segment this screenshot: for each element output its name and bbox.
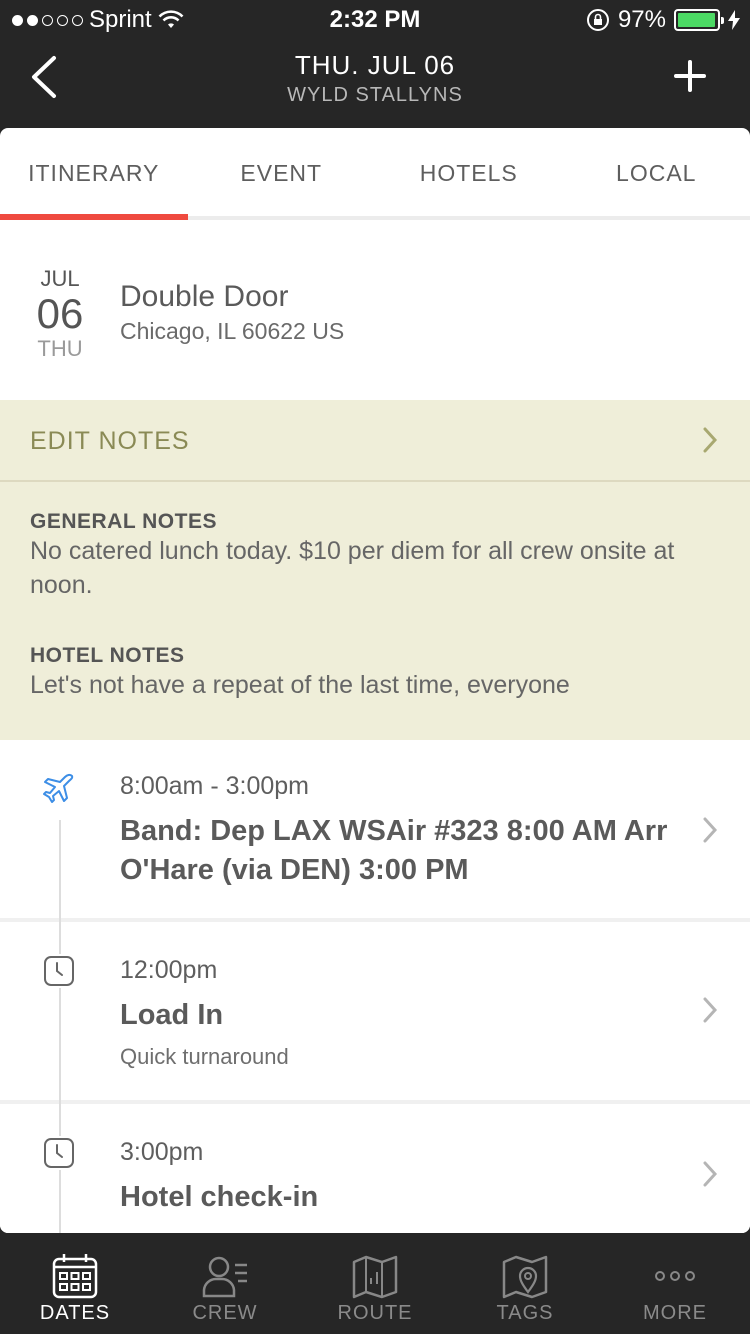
calendar-icon — [52, 1254, 98, 1299]
notes-panel: EDIT NOTES GENERAL NOTES No catered lunc… — [0, 400, 750, 740]
content-card: ITINERARY EVENT HOTELS LOCAL JUL 06 THU … — [0, 128, 750, 1233]
general-notes-text: No catered lunch today. $10 per diem for… — [30, 537, 675, 599]
map-icon — [352, 1255, 398, 1299]
tab-tags-label: TAGS — [496, 1302, 554, 1324]
tab-route[interactable]: ROUTE — [300, 1234, 450, 1334]
venue-address: Chicago, IL 60622 US — [120, 318, 345, 344]
item-time: 12:00pm — [120, 956, 218, 984]
tab-route-label: ROUTE — [337, 1302, 413, 1324]
tab-more[interactable]: MORE — [600, 1234, 750, 1334]
date-weekday: THU — [37, 336, 83, 361]
charging-bolt-icon — [728, 10, 740, 30]
hotel-notes-heading: HOTEL NOTES — [30, 644, 185, 667]
item-title: Hotel check-in — [120, 1181, 319, 1213]
tab-dates[interactable]: DATES — [0, 1234, 150, 1334]
more-icon — [655, 1271, 695, 1281]
nav-header: THU. JUL 06 WYLD STALLYNS — [0, 40, 750, 128]
general-notes-heading: GENERAL NOTES — [30, 510, 217, 533]
map-pin-icon — [502, 1255, 548, 1299]
add-button[interactable] — [672, 58, 708, 94]
airplane-icon — [42, 772, 76, 806]
chevron-right-icon — [703, 1161, 718, 1187]
clock-icon — [42, 1136, 76, 1170]
date-badge: JUL 06 THU — [30, 266, 90, 362]
edit-notes-label: EDIT NOTES — [30, 427, 190, 455]
crew-icon — [202, 1256, 247, 1298]
venue-header: JUL 06 THU Double Door Chicago, IL 60622… — [0, 220, 750, 400]
item-time: 3:00pm — [120, 1138, 204, 1166]
item-time: 8:00am - 3:00pm — [120, 772, 309, 800]
date-month: JUL — [40, 266, 80, 291]
bottom-tab-bar: DATES CREW ROUTE TAGS MORE — [0, 1234, 750, 1334]
page-subtitle: WYLD STALLYNS — [287, 84, 463, 106]
tab-local[interactable]: LOCAL — [563, 128, 750, 216]
tab-tags[interactable]: TAGS — [450, 1234, 600, 1334]
itinerary-item[interactable]: 8:00am - 3:00pm Band: Dep LAX WSAir #323… — [0, 740, 750, 922]
tab-event[interactable]: EVENT — [188, 128, 376, 216]
item-title: Band: Dep LAX WSAir #323 8:00 AM Arr O'H… — [120, 815, 668, 886]
hotel-notes: HOTEL NOTES Let's not have a repeat of t… — [0, 602, 750, 702]
chevron-right-icon — [703, 427, 718, 453]
tab-dates-label: DATES — [39, 1302, 111, 1324]
hotel-notes-text: Let's not have a repeat of the last time… — [30, 671, 570, 699]
general-notes: GENERAL NOTES No catered lunch today. $1… — [0, 482, 750, 602]
battery-percent: 97% — [617, 6, 666, 33]
tab-crew-label: CREW — [192, 1302, 258, 1324]
item-title: Load In — [120, 999, 224, 1031]
tab-hotels[interactable]: HOTELS — [375, 128, 563, 216]
edit-notes-button[interactable]: EDIT NOTES — [0, 400, 750, 482]
tab-crew[interactable]: CREW — [150, 1234, 300, 1334]
tab-bar-top: ITINERARY EVENT HOTELS LOCAL — [0, 128, 750, 220]
venue-name: Double Door — [120, 280, 289, 313]
orientation-lock-icon — [586, 9, 609, 31]
battery-icon — [674, 9, 724, 31]
page-title: THU. JUL 06 — [294, 50, 456, 80]
item-subtitle: Quick turnaround — [120, 1044, 289, 1069]
chevron-right-icon — [703, 817, 718, 843]
tab-itinerary[interactable]: ITINERARY — [0, 128, 188, 220]
itinerary-item[interactable]: 12:00pm Load In Quick turnaround — [0, 922, 750, 1104]
status-bar: Sprint 2:32 PM 97% — [0, 0, 750, 40]
date-day: 06 — [36, 290, 84, 337]
itinerary-item[interactable]: 3:00pm Hotel check-in — [0, 1104, 750, 1233]
chevron-right-icon — [703, 997, 718, 1023]
tab-more-label: MORE — [643, 1302, 707, 1324]
status-right: 97% — [586, 6, 740, 34]
clock-icon — [42, 954, 76, 988]
